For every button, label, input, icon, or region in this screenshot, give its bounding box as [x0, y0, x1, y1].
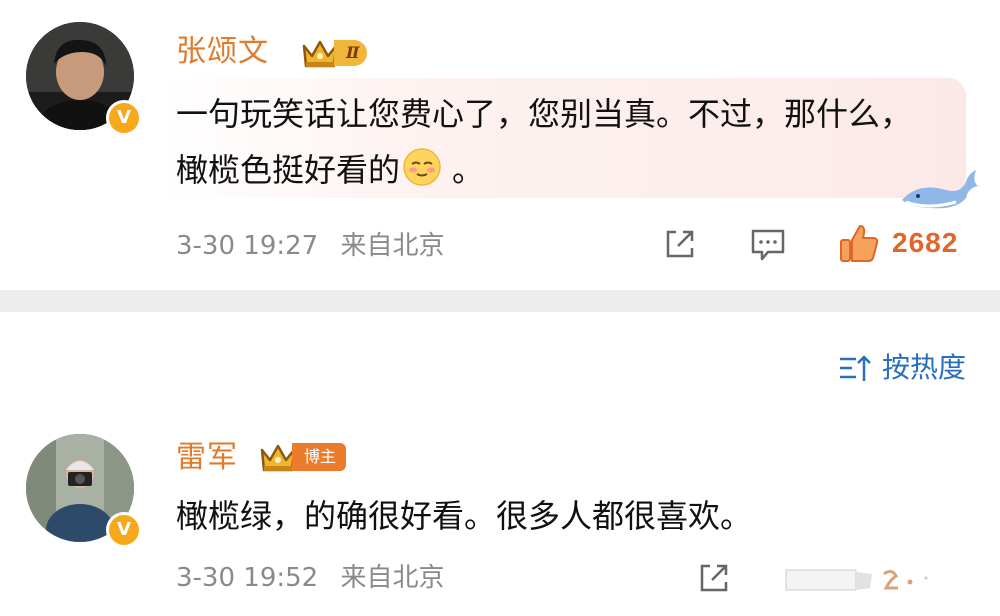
like-count: 2682 [892, 227, 959, 258]
whale-icon [902, 170, 978, 209]
share-button[interactable] [696, 560, 732, 596]
comment-text-body: 一句玩笑话让您费心了，您别当真。不过，那什么，橄榄色挺好看的 [176, 95, 913, 189]
username[interactable]: 雷军 [176, 440, 238, 476]
comment-text: 一句玩笑话让您费心了，您别当真。不过，那什么，橄榄色挺好看的。 [176, 86, 916, 198]
like-button[interactable]: 2682 [838, 222, 958, 264]
comment-date: 3-30 19:27 [176, 231, 319, 261]
comment-text-end: 。 [452, 151, 485, 189]
member-badge[interactable]: Ⅱ [300, 36, 368, 70]
comment-location: 来自北京 [340, 231, 445, 261]
role-badge: 博主 [292, 443, 347, 471]
comment-meta: 3-30 19:27 来自北京 [176, 230, 444, 262]
blogger-badge[interactable]: 博主 [258, 440, 347, 474]
reply-button[interactable] [750, 228, 786, 262]
sort-by-hot-button[interactable]: 按热度 [838, 348, 966, 388]
redaction-mark-icon [785, 569, 928, 591]
blush-emoji-icon [403, 148, 441, 186]
verified-badge-icon: V [106, 512, 142, 548]
sort-hot-icon [839, 355, 871, 381]
share-icon [700, 564, 728, 592]
section-divider [0, 290, 1000, 312]
like-icon [840, 225, 879, 262]
comment-card: V 张颂文 Ⅱ 一句玩笑话让您费心了，您别当真。不过，那什么，橄榄色挺好看的。 … [0, 0, 1000, 290]
comment-meta: 3-30 19:52 来自北京 [176, 562, 444, 594]
username[interactable]: 张颂文 [176, 34, 269, 70]
share-icon [666, 230, 694, 258]
sort-label: 按热度 [881, 351, 966, 384]
share-button[interactable] [662, 226, 698, 262]
comment-text: 橄榄绿，的确很好看。很多人都很喜欢。 [176, 497, 753, 535]
comment-date: 3-30 19:52 [176, 563, 319, 593]
level-badge: Ⅱ [334, 40, 368, 66]
comment-location: 来自北京 [340, 563, 445, 593]
verified-badge-icon: V [106, 100, 142, 136]
reply-icon [751, 229, 785, 261]
comment-card: V 雷军 博主 橄榄绿，的确很好看。很多人都很喜欢。 3-30 19:52 来自… [0, 410, 1000, 616]
